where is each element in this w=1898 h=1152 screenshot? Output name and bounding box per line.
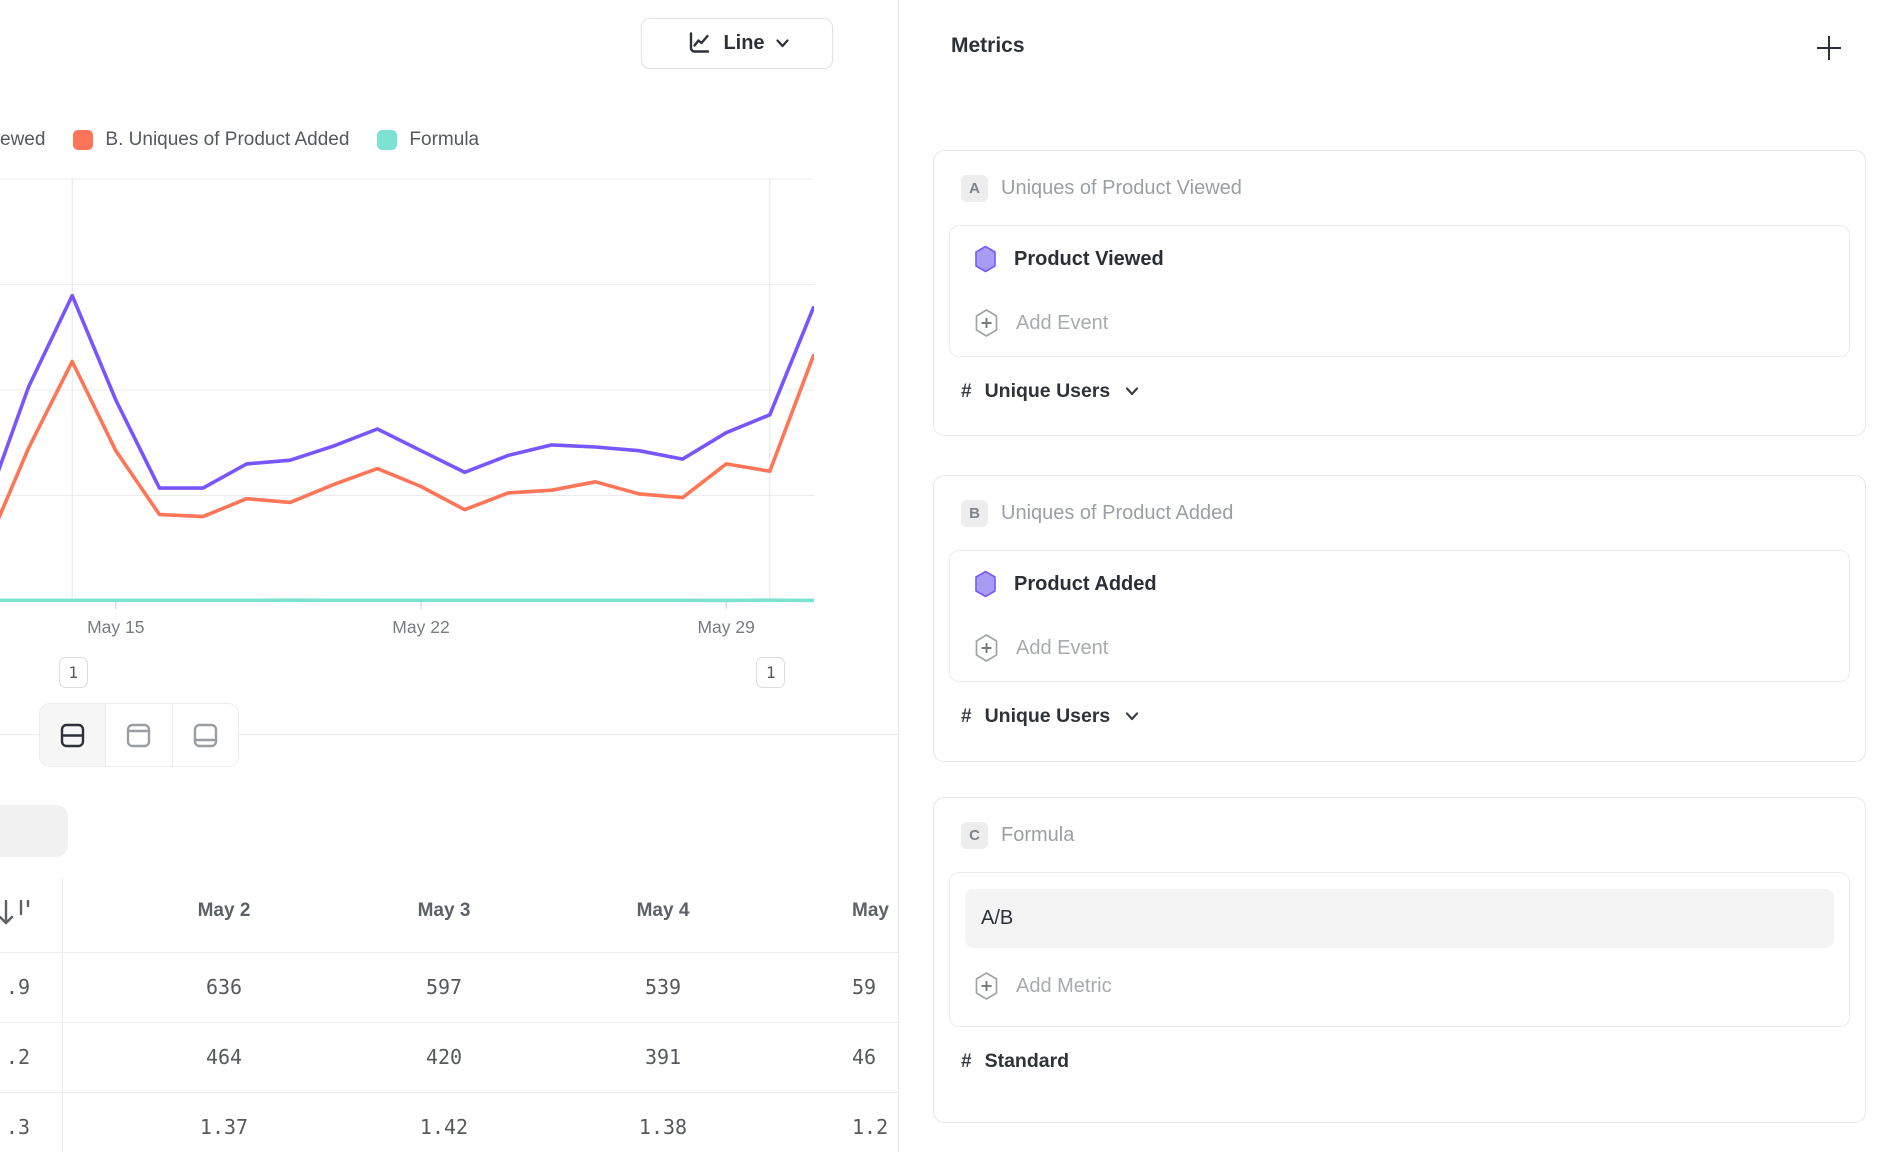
- x-axis-tick-label: May 15: [56, 617, 176, 638]
- line-chart-icon: [685, 30, 712, 57]
- measurement-label: Standard: [985, 1050, 1070, 1073]
- legend-swatch: [377, 130, 397, 150]
- table-row: .3 1.37 1.42 1.38 1.2: [0, 1092, 898, 1152]
- chevron-down-icon: [776, 39, 789, 48]
- chevron-down-icon: [1125, 387, 1139, 396]
- metric-title[interactable]: Uniques of Product Added: [1001, 502, 1233, 525]
- legend-item-added[interactable]: B. Uniques of Product Added: [73, 129, 349, 151]
- add-metric-row[interactable]: Add Metric: [965, 954, 1834, 1018]
- measurement-selector[interactable]: # Unique Users: [961, 705, 1850, 728]
- table-column-header[interactable]: May 2: [144, 888, 304, 934]
- metric-cards: A Uniques of Product Viewed Product View…: [933, 150, 1866, 1123]
- table-column-header-truncated[interactable]: May: [852, 888, 899, 934]
- formula-input[interactable]: A/B: [965, 889, 1834, 948]
- legend-item-viewed-truncated[interactable]: ewed: [0, 129, 45, 151]
- legend-label: B. Uniques of Product Added: [105, 129, 349, 151]
- chart-view-icon: [123, 720, 154, 751]
- add-event-label: Add Event: [1016, 637, 1108, 660]
- measurement-label: Unique Users: [985, 380, 1111, 403]
- metric-card-c: C Formula A/B Add Metric # Standard: [933, 797, 1866, 1123]
- table-row: .9 636 597 539 59: [0, 952, 898, 1022]
- view-chart-button[interactable]: [106, 704, 172, 766]
- table-cell: 597: [364, 952, 524, 1022]
- hexagon-plus-icon: [974, 308, 999, 338]
- legend-swatch: [73, 130, 93, 150]
- table-view-icon: [190, 720, 221, 751]
- add-metric-plus-button[interactable]: [1814, 33, 1844, 63]
- table-header-row: May 2 May 3 May 4 May: [0, 888, 898, 934]
- report-chart-table-section: Line ewed B. Uniques of Product Added Fo…: [0, 0, 899, 1152]
- table-cell-truncated: .2: [0, 1022, 30, 1092]
- split-view-icon: [57, 720, 88, 751]
- chevron-down-icon: [1125, 712, 1139, 721]
- table-cell: 1.37: [144, 1092, 304, 1152]
- measurement-selector[interactable]: # Unique Users: [961, 380, 1850, 403]
- legend-label: Formula: [409, 129, 479, 151]
- x-axis-tick-label: May 22: [361, 617, 481, 638]
- table-cell-truncated: .3: [0, 1092, 30, 1152]
- legend-item-formula[interactable]: Formula: [377, 129, 479, 151]
- add-event-label: Add Event: [1016, 312, 1108, 335]
- metric-title[interactable]: Formula: [1001, 824, 1074, 847]
- event-name: Product Added: [1014, 573, 1157, 596]
- metric-badge: B: [961, 500, 988, 527]
- metric-card-b: B Uniques of Product Added Product Added: [933, 475, 1866, 762]
- hexagon-plus-icon: [974, 633, 999, 663]
- metric-badge: A: [961, 175, 988, 202]
- event-list: Product Viewed Add Event: [949, 225, 1850, 357]
- table-cell: 1.38: [583, 1092, 743, 1152]
- hexagon-plus-icon: [974, 971, 999, 1001]
- metric-title[interactable]: Uniques of Product Viewed: [1001, 177, 1242, 200]
- annotation-badge[interactable]: 1: [756, 657, 785, 688]
- chart-type-button[interactable]: Line: [641, 18, 833, 69]
- annotation-badge[interactable]: 1: [59, 657, 88, 688]
- event-hexagon-icon: [974, 570, 997, 598]
- event-row[interactable]: Product Viewed: [965, 227, 1834, 291]
- table-column-header[interactable]: May 4: [583, 888, 743, 934]
- metric-card-a: A Uniques of Product Viewed Product View…: [933, 150, 1866, 436]
- event-row[interactable]: Product Added: [965, 552, 1834, 616]
- view-split-button[interactable]: [40, 704, 106, 766]
- measurement-label: Unique Users: [985, 705, 1111, 728]
- card-header: C Formula: [961, 822, 1850, 849]
- line-chart[interactable]: [0, 175, 814, 615]
- formula-body: A/B Add Metric: [949, 872, 1850, 1027]
- metric-badge: C: [961, 822, 988, 849]
- series-line-a[interactable]: [0, 296, 813, 509]
- measurement-selector[interactable]: # Standard: [961, 1050, 1850, 1073]
- card-header: A Uniques of Product Viewed: [961, 175, 1850, 202]
- event-name: Product Viewed: [1014, 248, 1164, 271]
- event-hexagon-icon: [974, 245, 997, 273]
- plus-icon: [1814, 33, 1844, 63]
- card-header: B Uniques of Product Added: [961, 500, 1850, 527]
- legend-label: ewed: [0, 129, 45, 151]
- table-cell: 420: [364, 1022, 524, 1092]
- add-metric-label: Add Metric: [1016, 975, 1112, 998]
- table-cell: 464: [144, 1022, 304, 1092]
- metrics-panel: Metrics A Uniques of Product Viewed Prod…: [899, 0, 1898, 1152]
- table-cell-truncated: 46: [852, 1022, 899, 1092]
- add-event-row[interactable]: Add Event: [965, 291, 1834, 355]
- chart-legend: ewed B. Uniques of Product Added Formula: [0, 127, 479, 153]
- number-icon: #: [961, 706, 972, 728]
- table-cell: 1.42: [364, 1092, 524, 1152]
- table-cell: 391: [583, 1022, 743, 1092]
- table-cell-truncated: .9: [0, 952, 30, 1022]
- chart-type-label: Line: [723, 32, 764, 55]
- event-list: Product Added Add Event: [949, 550, 1850, 682]
- table-cell-truncated: 1.2: [852, 1092, 899, 1152]
- table-column-header[interactable]: May 3: [364, 888, 524, 934]
- layout-view-toggle: [39, 703, 239, 767]
- x-axis-tick-label: May 29: [666, 617, 786, 638]
- number-icon: #: [961, 1051, 972, 1073]
- table-row: .2 464 420 391 46: [0, 1022, 898, 1092]
- table-cell: 539: [583, 952, 743, 1022]
- number-icon: #: [961, 381, 972, 403]
- metrics-panel-title: Metrics: [951, 34, 1025, 58]
- table-cell: 636: [144, 952, 304, 1022]
- add-event-row[interactable]: Add Event: [965, 616, 1834, 680]
- view-table-button[interactable]: [173, 704, 238, 766]
- table-metric-chip-truncated[interactable]: [0, 805, 68, 857]
- table-cell-truncated: 59: [852, 952, 899, 1022]
